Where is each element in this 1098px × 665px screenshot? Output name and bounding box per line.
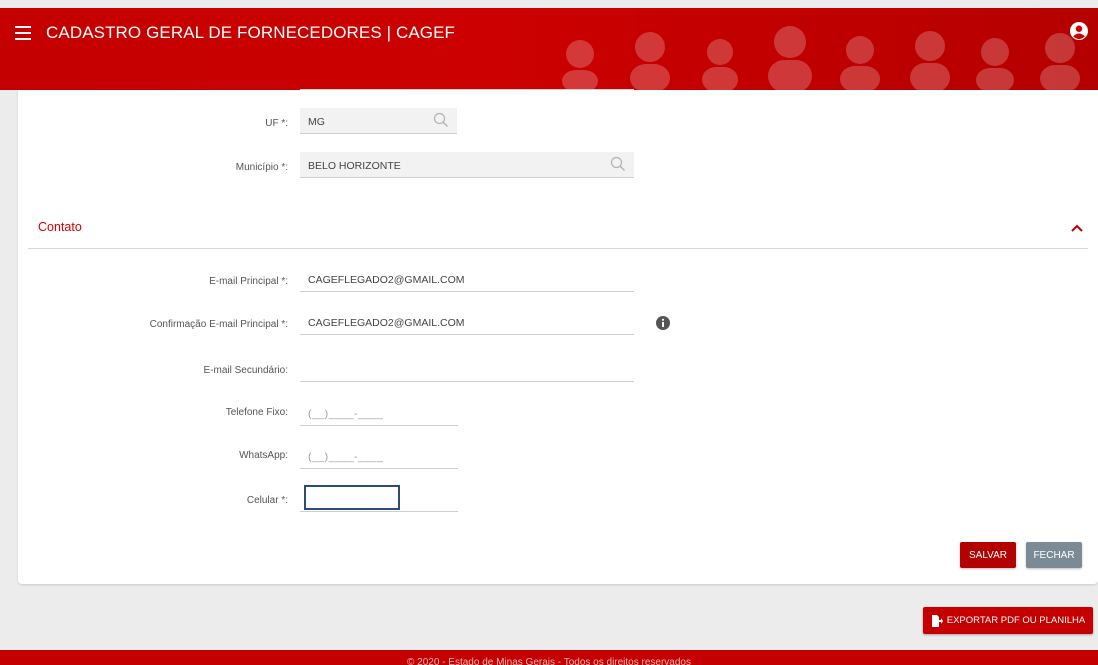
uf-label: UF *: xyxy=(265,118,288,129)
email-secundario-label: E-mail Secundário: xyxy=(203,365,288,376)
chevron-up-icon[interactable] xyxy=(1071,224,1083,232)
email-confirm-field[interactable]: CAGEFLEGADO2@GMAIL.COM xyxy=(300,309,634,335)
user-account-icon[interactable] xyxy=(1070,22,1088,40)
email-principal-label: E-mail Principal *: xyxy=(209,276,288,287)
close-button[interactable]: FECHAR xyxy=(1026,542,1082,568)
municipio-value: BELO HORIZONTE xyxy=(308,160,401,172)
email-principal-field[interactable]: CAGEFLEGADO2@GMAIL.COM xyxy=(300,266,634,292)
hamburger-menu-icon[interactable] xyxy=(15,26,31,40)
export-file-icon xyxy=(931,614,943,627)
page-footer: © 2020 - Estado de Minas Gerais - Todos … xyxy=(0,650,1098,665)
section-divider xyxy=(28,248,1088,249)
search-icon[interactable] xyxy=(433,112,449,128)
supplier-form-card: UF *: MG Município *: BELO HORIZONTE Con… xyxy=(18,89,1098,584)
telefone-fixo-field[interactable]: (__)____-____ xyxy=(300,400,458,426)
previous-field-remnant xyxy=(300,64,634,90)
email-secundario-field[interactable] xyxy=(300,356,634,382)
email-confirm-value: CAGEFLEGADO2@GMAIL.COM xyxy=(308,317,465,329)
municipio-label: Município *: xyxy=(235,162,288,173)
search-icon[interactable] xyxy=(610,156,626,172)
email-principal-value: CAGEFLEGADO2@GMAIL.COM xyxy=(308,274,465,286)
email-confirm-label: Confirmação E-mail Principal *: xyxy=(149,319,288,330)
whatsapp-field[interactable]: (__)____-____ xyxy=(300,443,458,469)
telefone-fixo-mask: (__)____-____ xyxy=(308,408,384,420)
telefone-fixo-label: Telefone Fixo: xyxy=(225,407,288,418)
export-pdf-button[interactable]: EXPORTAR PDF OU PLANILHA xyxy=(923,607,1093,634)
celular-label: Celular *: xyxy=(246,495,288,506)
whatsapp-label: WhatsApp: xyxy=(239,450,288,461)
municipio-field[interactable]: BELO HORIZONTE xyxy=(300,152,634,178)
celular-focus-outline[interactable] xyxy=(304,485,400,510)
app-title: CADASTRO GERAL DE FORNECEDORES | CAGEF xyxy=(46,23,456,42)
uf-field[interactable]: MG xyxy=(300,108,457,134)
export-label: EXPORTAR PDF OU PLANILHA xyxy=(946,615,1086,626)
footer-text: © 2020 - Estado de Minas Gerais - Todos … xyxy=(407,657,691,665)
save-button[interactable]: SALVAR xyxy=(960,542,1016,568)
section-title-contato[interactable]: Contato xyxy=(38,220,82,234)
whatsapp-mask: (__)____-____ xyxy=(308,451,384,463)
info-icon[interactable] xyxy=(656,316,670,330)
uf-value: MG xyxy=(308,116,325,128)
